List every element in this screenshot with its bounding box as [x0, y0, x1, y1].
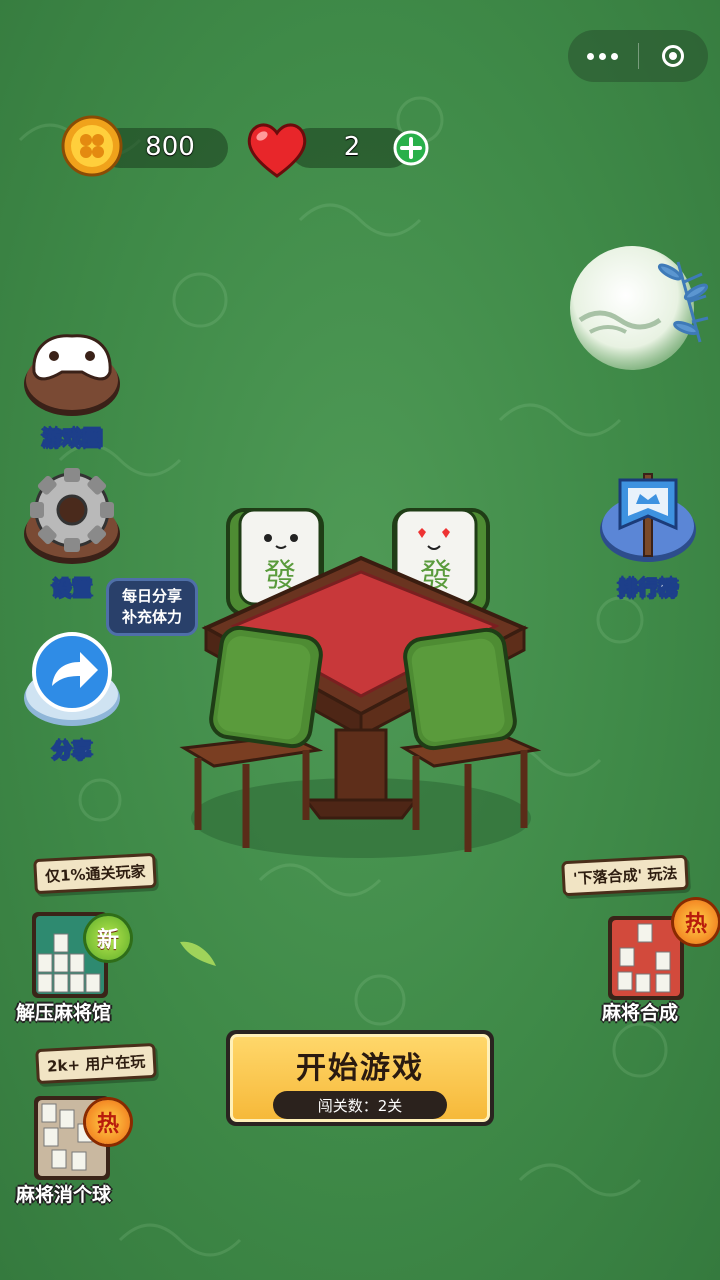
- promo-merge-sign: '下落合成' 玩法: [561, 854, 690, 897]
- add-lives-button[interactable]: [392, 129, 430, 167]
- leaderboard-flag-icon: [600, 473, 696, 562]
- promo-ball-sign: 2k+ 用户在玩: [35, 1042, 158, 1085]
- coin-count: 800: [145, 132, 195, 162]
- close-miniprogram-button[interactable]: [639, 45, 709, 67]
- game-circle-label: 游戏圈: [42, 426, 103, 451]
- leaf-decoration: [180, 941, 216, 966]
- leaderboard-button[interactable]: 排行榜: [598, 466, 698, 601]
- share-icon: [24, 632, 120, 726]
- miniprogram-capsule: [568, 30, 708, 82]
- mahjong-merge-label[interactable]: 麻将合成: [602, 998, 678, 1025]
- relax-mahjong-label[interactable]: 解压麻将馆: [16, 998, 111, 1025]
- share-label: 分享: [52, 738, 93, 763]
- hot-badge-ball: 热: [86, 1100, 130, 1144]
- target-icon: [662, 45, 685, 67]
- lives-count: 2: [343, 132, 361, 162]
- settings-button[interactable]: 设置: [22, 466, 122, 601]
- coin-icon: [61, 115, 123, 177]
- new-badge: 新: [86, 916, 130, 960]
- level-count-pill: 闯关数：2关: [273, 1091, 447, 1119]
- mahjong-ball-label[interactable]: 麻将消个球: [16, 1180, 111, 1207]
- heart-icon: [247, 123, 307, 178]
- start-game-button[interactable]: 开始游戏 闯关数：2关: [226, 1030, 494, 1126]
- share-button[interactable]: 分享: [22, 628, 122, 763]
- hot-badge-merge: 热: [674, 900, 718, 944]
- moon-decoration: [570, 246, 709, 370]
- settings-label: 设置: [52, 576, 93, 601]
- mahjong-table-scene: 發 發: [179, 508, 542, 858]
- more-menu-button[interactable]: [568, 52, 638, 60]
- controller-icon: [24, 334, 120, 416]
- promo-relax-sign: 仅1%通关玩家: [33, 852, 158, 895]
- start-game-title: 开始游戏: [296, 1051, 424, 1086]
- leaderboard-label: 排行榜: [618, 576, 679, 601]
- gear-icon: [24, 468, 120, 564]
- game-circle-button[interactable]: 游戏圈: [22, 328, 122, 451]
